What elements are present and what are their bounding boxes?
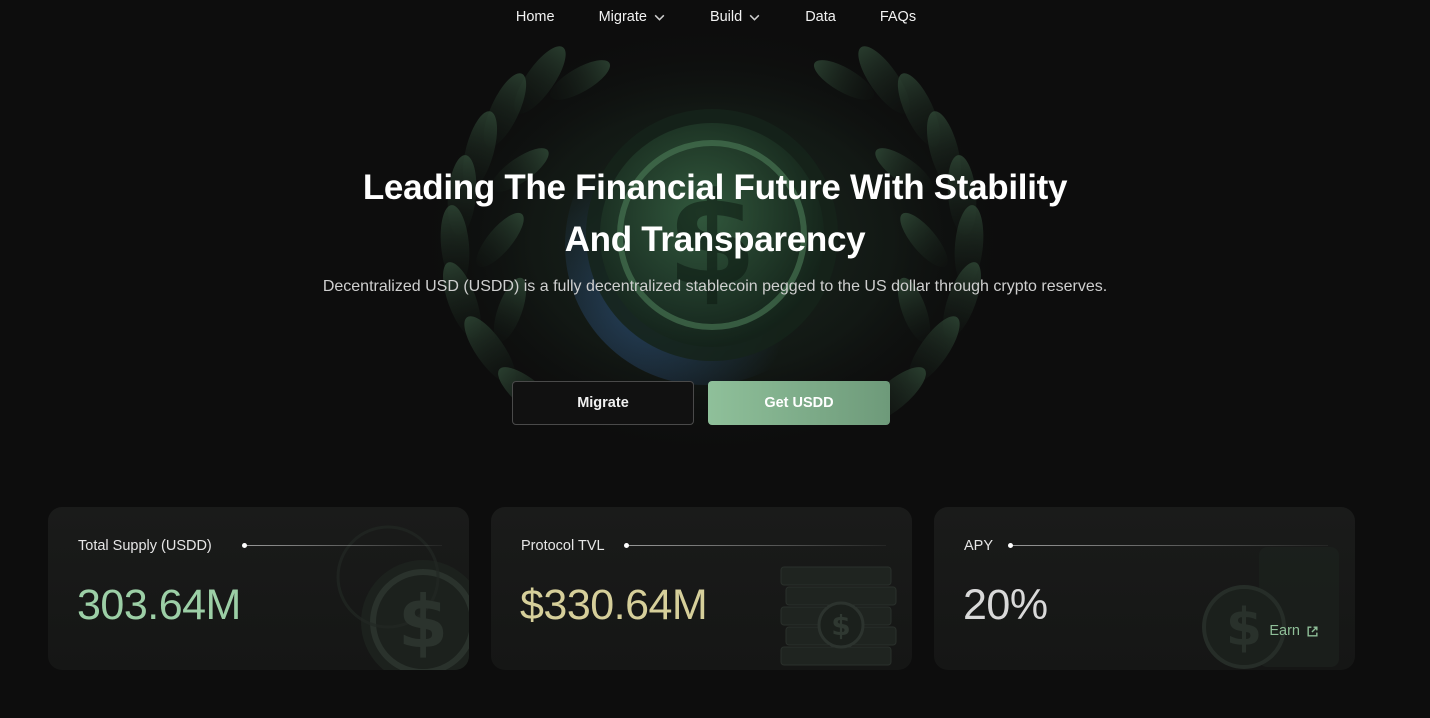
nav-migrate-label: Migrate — [598, 9, 647, 25]
apy-label: APY — [964, 538, 994, 554]
hero-title-line-1: Leading The Financial Future With Stabil… — [362, 168, 1068, 207]
nav-build[interactable]: Build — [710, 9, 761, 25]
nav-data-label: Data — [805, 9, 836, 25]
apy-card: $ APY 20% Earn — [934, 507, 1355, 670]
total-supply-card: $ Total Supply (USDD) 303.64M — [48, 507, 469, 670]
apy-value: 20% — [963, 581, 1048, 629]
protocol-tvl-label: Protocol TVL — [521, 538, 605, 554]
chevron-down-icon — [654, 14, 665, 21]
divider-line — [242, 543, 442, 548]
hero-title: Leading The Financial Future With Stabil… — [0, 162, 1430, 266]
nav-home[interactable]: Home — [516, 9, 555, 25]
nav-home-label: Home — [515, 9, 555, 25]
nav-faqs[interactable]: FAQs — [880, 9, 916, 25]
nav-migrate[interactable]: Migrate — [599, 9, 666, 25]
divider-line — [624, 543, 886, 548]
divider-line — [1008, 543, 1328, 548]
svg-text:$: $ — [831, 609, 850, 642]
total-supply-label: Total Supply (USDD) — [78, 538, 212, 554]
nav-data[interactable]: Data — [805, 9, 836, 25]
external-link-icon — [1307, 625, 1318, 637]
get-usdd-button[interactable]: Get USDD — [708, 381, 890, 425]
svg-text:$: $ — [398, 580, 448, 664]
total-supply-value: 303.64M — [77, 581, 241, 629]
earn-link-label: Earn — [1269, 623, 1300, 639]
protocol-tvl-card: $ Protocol TVL $330.64M — [491, 507, 912, 670]
hero-title-line-2: And Transparency — [564, 220, 866, 259]
top-navigation: Home Migrate Build Data FAQs — [0, 0, 1430, 40]
migrate-button[interactable]: Migrate — [512, 381, 694, 425]
svg-text:$: $ — [1226, 598, 1262, 658]
nav-faqs-label: FAQs — [879, 9, 917, 25]
nav-build-label: Build — [709, 9, 743, 25]
earn-link[interactable]: Earn — [1269, 623, 1319, 639]
hero-subtitle: Decentralized USD (USDD) is a fully dece… — [322, 278, 1108, 295]
protocol-tvl-value: $330.64M — [520, 581, 708, 629]
chevron-down-icon — [749, 14, 760, 21]
